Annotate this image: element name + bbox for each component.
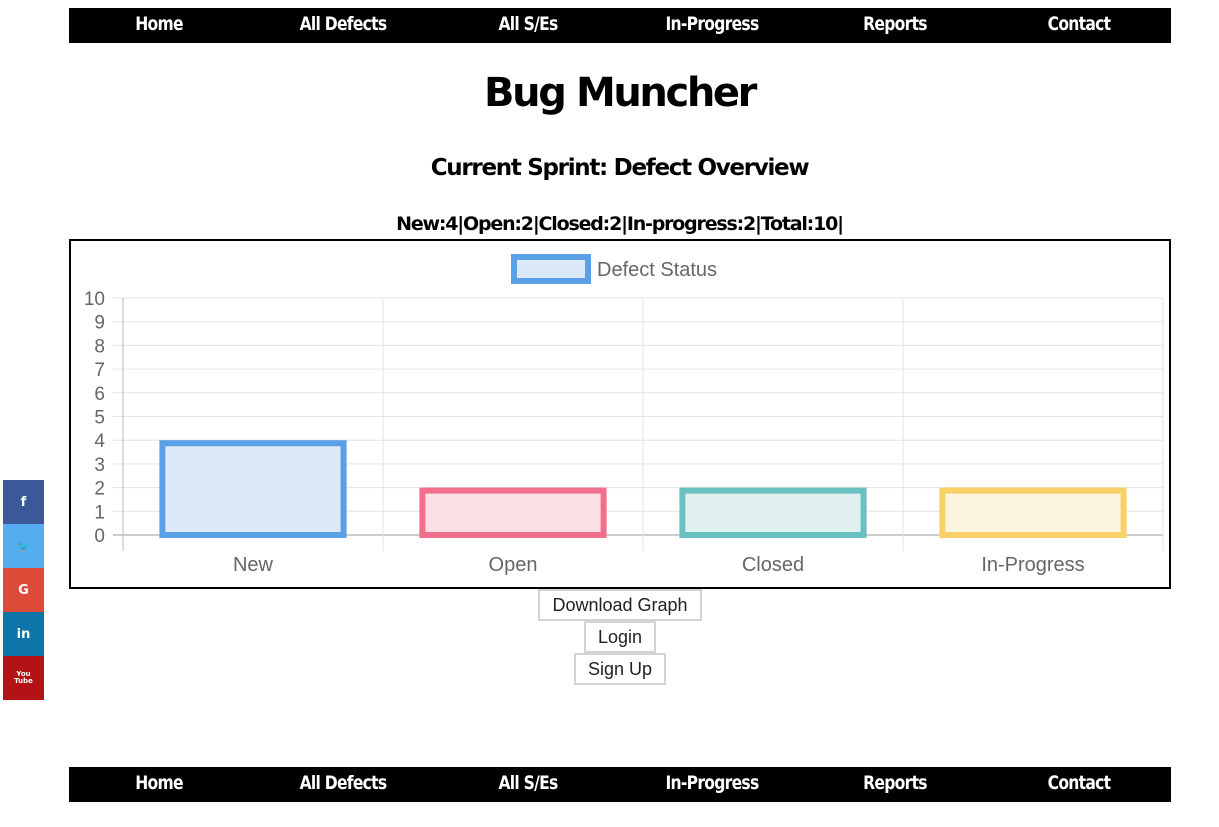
- y-tick-label: 6: [94, 384, 105, 405]
- footer-nav: Home All Defects All S/Es In-Progress Re…: [69, 767, 1171, 802]
- y-tick-label: 3: [94, 455, 105, 476]
- defect-status-chart: Defect Status 0 1 2 3 4 5 6 7 8 9 10 New Open Closed In…: [69, 239, 1171, 589]
- defect-summary: New:4|Open:2|Closed:2|In-progress:2|Tota…: [396, 213, 844, 235]
- nav-all-defects-link[interactable]: All Defects: [286, 8, 401, 43]
- sprint-title: Current Sprint: Defect Overview: [430, 155, 810, 181]
- facebook-icon[interactable]: f: [3, 480, 44, 524]
- download-graph-button[interactable]: Download Graph: [538, 589, 702, 621]
- nav-contact-link[interactable]: Contact: [1022, 8, 1137, 43]
- x-tick-label: New: [233, 554, 274, 576]
- legend-label: Defect Status: [597, 259, 717, 281]
- top-nav: Home All Defects All S/Es In-Progress Re…: [69, 8, 1171, 43]
- y-tick-label: 0: [94, 526, 105, 547]
- youtube-icon[interactable]: You Tube: [3, 656, 44, 700]
- x-tick-label: Open: [489, 554, 538, 576]
- bar-in-progress: [939, 487, 1127, 539]
- footer-nav-all-ses-link[interactable]: All S/Es: [471, 767, 586, 802]
- site-title: Bug Muncher: [484, 70, 757, 116]
- y-tick-label: 2: [94, 479, 105, 500]
- footer-nav-home-link[interactable]: Home: [102, 767, 217, 802]
- footer-nav-all-defects-link[interactable]: All Defects: [286, 767, 401, 802]
- x-tick-label: In-Progress: [981, 554, 1084, 576]
- y-tick-label: 7: [94, 360, 105, 381]
- x-tick-label: Closed: [742, 554, 804, 576]
- footer-nav-in-progress-link[interactable]: In-Progress: [655, 767, 770, 802]
- y-tick-label: 10: [84, 289, 105, 310]
- legend-swatch: [511, 254, 591, 284]
- y-tick-label: 5: [94, 408, 105, 429]
- linkedin-icon[interactable]: in: [3, 612, 44, 656]
- nav-in-progress-link[interactable]: In-Progress: [655, 8, 770, 43]
- y-tick-label: 4: [94, 431, 105, 452]
- bar-new: [159, 440, 347, 538]
- nav-all-ses-link[interactable]: All S/Es: [471, 8, 586, 43]
- y-tick-label: 8: [94, 336, 105, 357]
- nav-home-link[interactable]: Home: [102, 8, 217, 43]
- login-button[interactable]: Login: [584, 621, 656, 653]
- twitter-icon[interactable]: 🐦: [3, 524, 44, 568]
- nav-reports-link[interactable]: Reports: [838, 8, 953, 43]
- y-tick-label: 1: [94, 502, 105, 523]
- google-plus-icon[interactable]: G: [3, 568, 44, 612]
- footer-nav-contact-link[interactable]: Contact: [1022, 767, 1137, 802]
- bar-open: [419, 487, 607, 539]
- y-tick-label: 9: [94, 313, 105, 334]
- bar-closed: [679, 487, 867, 539]
- footer-nav-reports-link[interactable]: Reports: [838, 767, 953, 802]
- bar-chart-svg: Defect Status012345678910New Open Closed In…: [84, 254, 1164, 576]
- sign-up-button[interactable]: Sign Up: [574, 653, 666, 685]
